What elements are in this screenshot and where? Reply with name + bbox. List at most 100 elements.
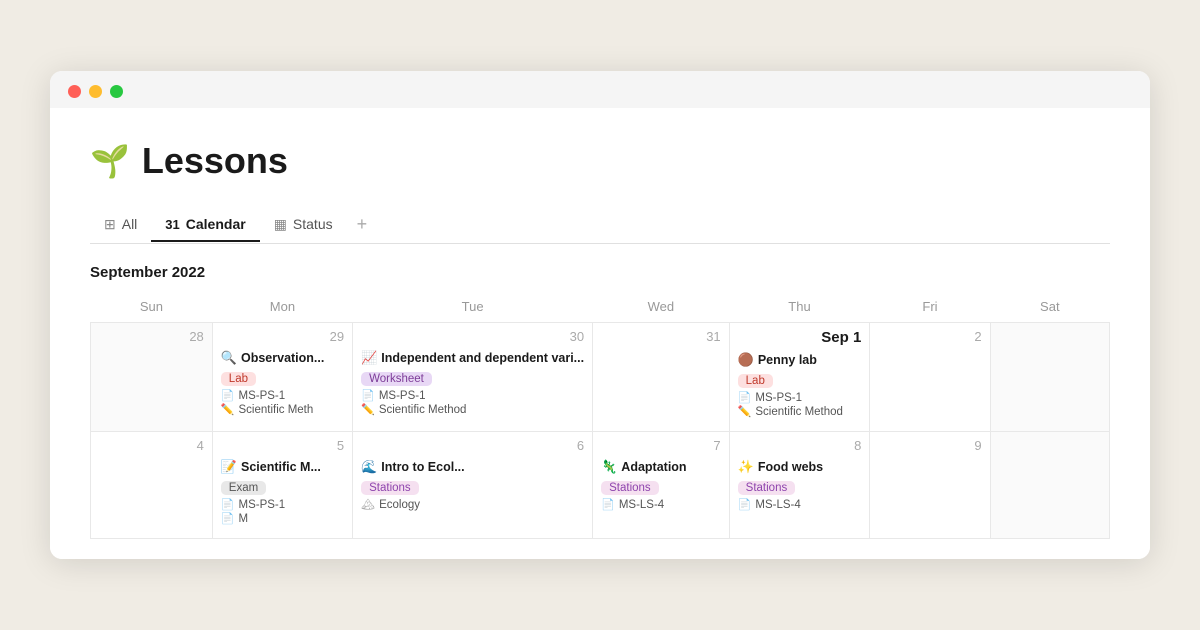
maximize-button[interactable] [110, 85, 123, 98]
mountain-icon: 🏔 [361, 498, 375, 511]
tab-status-label: Status [293, 216, 333, 232]
page-icon: 🌱 [90, 142, 130, 180]
food-webs-emoji: ✨ [738, 459, 754, 475]
day-header-tue: Tue [353, 293, 593, 323]
scientificm-emoji: 📝 [221, 459, 237, 475]
cal-cell-sep8[interactable]: 8 ✨ Food webs Stations 📄 MS-LS-4 [729, 432, 870, 539]
page-header: 🌱 Lessons [90, 140, 1110, 182]
page-title: Lessons [142, 140, 288, 182]
tab-status[interactable]: ▦ Status [260, 208, 347, 243]
doc-icon-3: 📄 [738, 391, 752, 404]
event-meta-tag-4: 📄 M [221, 512, 344, 525]
event-scientific-m[interactable]: 📝 Scientific M... Exam 📄 MS-PS-1 📄 M [221, 459, 344, 525]
badge-worksheet-1: Worksheet [361, 372, 432, 386]
event-scientificm-title: 📝 Scientific M... [221, 459, 344, 475]
badge-lab-1: Lab [221, 372, 256, 386]
day-header-sat: Sat [990, 293, 1109, 323]
event-meta-standard-3: 📄 MS-PS-1 [738, 391, 862, 404]
event-indep-dep[interactable]: 📈 Independent and dependent vari... Work… [361, 350, 584, 416]
day-num-31: 31 [601, 329, 721, 344]
day-num-7: 7 [601, 438, 721, 453]
cal-cell-aug29[interactable]: 29 🔍 Observation... Lab 📄 MS-PS-1 [212, 323, 352, 432]
day-num-6: 6 [361, 438, 584, 453]
event-meta-standard-1: 📄 MS-PS-1 [221, 389, 344, 402]
adaptation-emoji: 🦎 [601, 459, 617, 475]
badge-stations-1: Stations [361, 481, 419, 495]
event-adaptation[interactable]: 🦎 Adaptation Stations 📄 MS-LS-4 [601, 459, 721, 511]
cal-cell-aug30[interactable]: 30 📈 Independent and dependent vari... W… [353, 323, 593, 432]
event-indep-title: 📈 Independent and dependent vari... [361, 350, 584, 366]
add-view-button[interactable]: + [347, 206, 378, 245]
day-num-9: 9 [878, 438, 981, 453]
tab-calendar[interactable]: 31 Calendar [151, 208, 259, 242]
calendar-week-1: 28 29 🔍 Observation... Lab 📄 [91, 323, 1110, 432]
doc-icon-6: 📄 [601, 498, 615, 511]
cal-cell-sep4[interactable]: 4 [91, 432, 213, 539]
day-header-fri: Fri [870, 293, 990, 323]
kanban-icon: ▦ [274, 216, 287, 233]
cal-cell-sat1 [990, 323, 1109, 432]
indep-emoji: 📈 [361, 350, 377, 366]
day-num-8: 8 [738, 438, 862, 453]
event-observation-title: 🔍 Observation... [221, 350, 344, 366]
calendar-table: Sun Mon Tue Wed Thu Fri Sat 28 [90, 293, 1110, 539]
doc-icon-2: 📄 [361, 389, 375, 402]
cal-cell-sep5[interactable]: 5 📝 Scientific M... Exam 📄 MS-PS-1 [212, 432, 352, 539]
cal-cell-aug31[interactable]: 31 [593, 323, 730, 432]
event-food-webs-title: ✨ Food webs [738, 459, 862, 475]
event-meta-standard-2: 📄 MS-PS-1 [361, 389, 584, 402]
event-penny-title: 🟤 Penny lab [738, 352, 862, 368]
calendar-icon: 31 [165, 217, 179, 232]
badge-stations-3: Stations [738, 481, 796, 495]
event-intro-ecol[interactable]: 🌊 Intro to Ecol... Stations 🏔 Ecology [361, 459, 584, 511]
doc-icon-7: 📄 [738, 498, 752, 511]
day-num-4: 4 [99, 438, 204, 453]
cal-cell-aug28[interactable]: 28 [91, 323, 213, 432]
event-meta-standard-4: 📄 MS-PS-1 [221, 498, 344, 511]
pencil-icon-1: ✏️ [221, 403, 235, 416]
day-num-2: 2 [878, 329, 981, 344]
tabs-bar: ⊞ All 31 Calendar ▦ Status + [90, 206, 1110, 245]
tab-all[interactable]: ⊞ All [90, 208, 151, 243]
day-num-29: 29 [221, 329, 344, 344]
day-num-5: 5 [221, 438, 344, 453]
event-adaptation-title: 🦎 Adaptation [601, 459, 721, 475]
cal-cell-sep9[interactable]: 9 [870, 432, 990, 539]
event-meta-standard-6: 📄 MS-LS-4 [738, 498, 862, 511]
badge-lab-2: Lab [738, 374, 773, 388]
minimize-button[interactable] [89, 85, 102, 98]
event-meta-tag-2: ✏️ Scientific Method [361, 403, 584, 416]
day-header-thu: Thu [729, 293, 870, 323]
cal-cell-sat2 [990, 432, 1109, 539]
event-observation[interactable]: 🔍 Observation... Lab 📄 MS-PS-1 ✏️ Scient… [221, 350, 344, 416]
event-intro-ecol-title: 🌊 Intro to Ecol... [361, 459, 584, 475]
app-window: 🌱 Lessons ⊞ All 31 Calendar ▦ Status + S… [50, 71, 1150, 560]
doc-icon-4: 📄 [221, 498, 235, 511]
day-num-sep1: Sep 1 [738, 329, 862, 346]
calendar-month-label: September 2022 [90, 264, 1110, 281]
titlebar [50, 71, 1150, 108]
ecol-emoji: 🌊 [361, 459, 377, 475]
cal-cell-sep7[interactable]: 7 🦎 Adaptation Stations 📄 MS-LS-4 [593, 432, 730, 539]
event-meta-tag-5: 🏔 Ecology [361, 498, 584, 511]
day-header-sun: Sun [91, 293, 213, 323]
day-num-30: 30 [361, 329, 584, 344]
event-meta-tag-1: ✏️ Scientific Meth [221, 403, 344, 416]
tab-calendar-label: Calendar [186, 216, 246, 232]
badge-stations-2: Stations [601, 481, 659, 495]
doc-icon-1: 📄 [221, 389, 235, 402]
calendar-week-2: 4 5 📝 Scientific M... Exam 📄 [91, 432, 1110, 539]
day-header-wed: Wed [593, 293, 730, 323]
event-meta-tag-3: ✏️ Scientific Method [738, 405, 862, 418]
main-content: 🌱 Lessons ⊞ All 31 Calendar ▦ Status + S… [50, 108, 1150, 560]
pencil-icon-2: ✏️ [361, 403, 375, 416]
cal-cell-sep2[interactable]: 2 [870, 323, 990, 432]
cal-cell-sep1[interactable]: Sep 1 🟤 Penny lab Lab 📄 MS-PS-1 [729, 323, 870, 432]
event-penny-lab[interactable]: 🟤 Penny lab Lab 📄 MS-PS-1 ✏️ Scientific … [738, 352, 862, 418]
tab-all-label: All [122, 216, 138, 232]
doc-icon-5: 📄 [221, 512, 235, 525]
cal-cell-sep6[interactable]: 6 🌊 Intro to Ecol... Stations 🏔 Ecology [353, 432, 593, 539]
event-food-webs[interactable]: ✨ Food webs Stations 📄 MS-LS-4 [738, 459, 862, 511]
close-button[interactable] [68, 85, 81, 98]
table-icon: ⊞ [104, 216, 116, 233]
